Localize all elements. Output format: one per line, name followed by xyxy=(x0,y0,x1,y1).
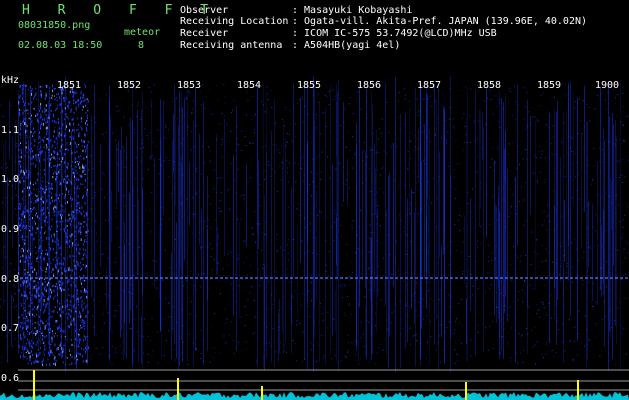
x-tick-label: 1851 xyxy=(57,80,82,91)
antenna-value: : A504HB(yagi 4el) xyxy=(292,40,401,51)
y-tick-label: 1.0 xyxy=(1,174,20,185)
y-tick-label: 0.9 xyxy=(1,224,20,235)
observer-value: : Masayuki Kobayashi xyxy=(292,5,413,16)
location-label: Receiving Location xyxy=(180,16,289,27)
y-tick-label: 0.8 xyxy=(1,274,20,285)
x-tick-label: 1859 xyxy=(537,80,562,91)
antenna-label: Receiving antenna xyxy=(180,40,283,51)
meteor-count: 8 xyxy=(138,40,145,51)
x-tick-label: 1900 xyxy=(595,80,620,91)
spectrogram-image xyxy=(0,76,629,400)
receiver-label: Receiver xyxy=(180,28,229,39)
x-tick-label: 1857 xyxy=(417,80,442,91)
receiver-value: : ICOM IC-575 53.7492(@LCD)MHz USB xyxy=(292,28,497,39)
x-tick-label: 1856 xyxy=(357,80,382,91)
x-tick-label: 1858 xyxy=(477,80,502,91)
x-tick-label: 1853 xyxy=(177,80,202,91)
x-tick-label: 1855 xyxy=(297,80,322,91)
file-name: 08031850.png xyxy=(18,20,91,31)
observer-label: Observer xyxy=(180,5,229,16)
x-tick-label: 1854 xyxy=(237,80,262,91)
y-tick-label: 0.7 xyxy=(1,323,20,334)
meteor-label: meteor xyxy=(124,27,161,38)
location-value: : Ogata-vill. Akita-Pref. JAPAN (139.96E… xyxy=(292,16,588,27)
x-tick-label: 1852 xyxy=(117,80,142,91)
y-tick-label: 0.6 xyxy=(1,373,20,384)
y-tick-label: 1.1 xyxy=(1,125,20,136)
y-axis-unit: kHz xyxy=(1,75,20,86)
header-panel: H R O F F T 08031850.png meteor 02.08.03… xyxy=(0,0,629,72)
datetime: 02.08.03 18:50 xyxy=(18,40,103,51)
